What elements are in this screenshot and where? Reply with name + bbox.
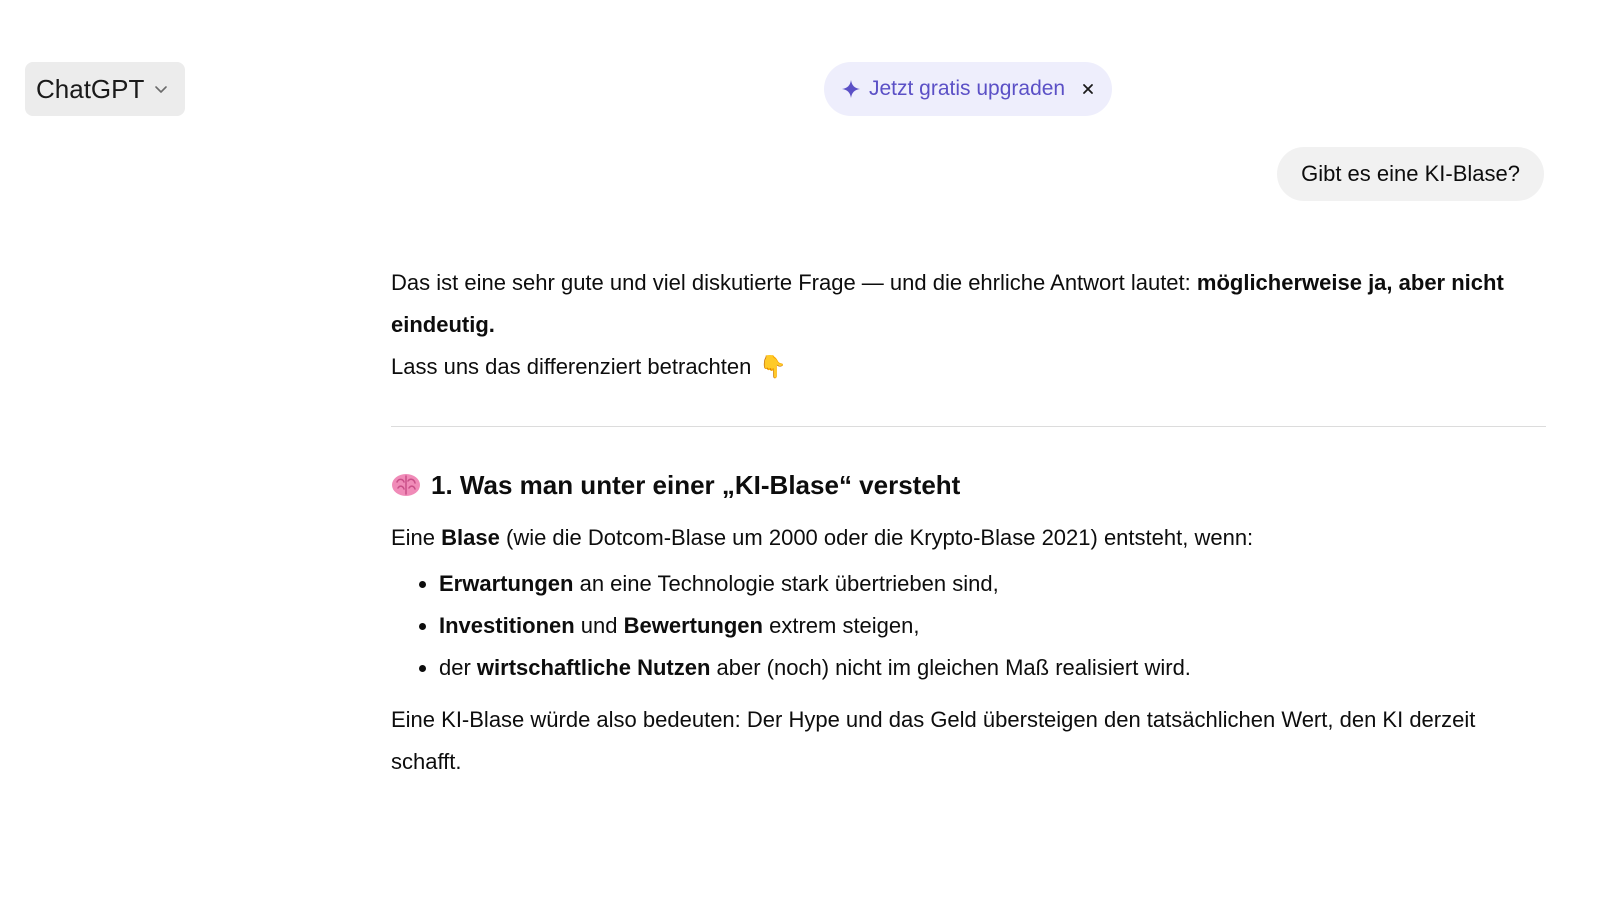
bullet-text: und (574, 613, 624, 638)
closing-paragraph: Eine KI-Blase würde also bedeuten: Der H… (391, 707, 1476, 774)
bullet-bold: Investitionen (439, 613, 575, 638)
intro-line2-text: Lass uns das differenziert betrachten (391, 354, 752, 379)
sparkle-icon (841, 79, 861, 99)
bullet-text: an eine Technologie stark übertrieben si… (573, 571, 999, 596)
close-icon[interactable] (1079, 80, 1097, 98)
bullet-bold: Erwartungen (439, 571, 574, 596)
bullet-text: aber (noch) nicht im gleichen Maß realis… (710, 655, 1191, 680)
model-selector-button[interactable]: ChatGPT (25, 62, 185, 116)
definition-pre: Eine (391, 525, 442, 550)
bullet-bold: wirtschaftliche Nutzen (476, 655, 711, 680)
user-message-text: Gibt es eine KI-Blase? (1301, 161, 1520, 186)
answer-intro: Das ist eine sehr gute und viel diskutie… (391, 262, 1546, 346)
assistant-answer: Das ist eine sehr gute und viel diskutie… (391, 262, 1546, 783)
list-item: Erwartungen an eine Technologie stark üb… (439, 563, 1546, 605)
chat-page: ChatGPT Jetzt gratis upgraden Gibt es ei… (0, 0, 1600, 900)
upgrade-button[interactable]: Jetzt gratis upgraden (824, 62, 1112, 116)
definition-post: (wie die Dotcom-Blase um 2000 oder die K… (499, 525, 1254, 550)
blase-definition: Eine Blase (wie die Dotcom-Blase um 2000… (391, 517, 1546, 559)
answer-intro-line2: Lass uns das differenziert betrachten 👇 (391, 346, 1546, 388)
model-selector-label: ChatGPT (36, 73, 145, 104)
intro-text: Das ist eine sehr gute und viel diskutie… (391, 270, 1197, 295)
section-title: 1. Was man unter einer „KI-Blase“ verste… (431, 470, 961, 500)
list-item: Investitionen und Bewertungen extrem ste… (439, 605, 1546, 647)
list-item: der wirtschaftliche Nutzen aber (noch) n… (439, 647, 1546, 689)
bullet-text: extrem steigen, (762, 613, 920, 638)
upgrade-label: Jetzt gratis upgraden (869, 77, 1066, 100)
section-divider (391, 426, 1546, 427)
definition-bold: Blase (441, 525, 500, 550)
brain-icon (391, 472, 421, 498)
section-heading: 1. Was man unter einer „KI-Blase“ verste… (391, 465, 1546, 505)
pointing-down-icon: 👇 (759, 354, 787, 379)
bullet-text: der (439, 655, 477, 680)
user-message-bubble: Gibt es eine KI-Blase? (1277, 147, 1544, 201)
bullet-bold: Bewertungen (623, 613, 763, 638)
chevron-down-icon (153, 81, 169, 97)
criteria-list: Erwartungen an eine Technologie stark üb… (391, 563, 1546, 689)
